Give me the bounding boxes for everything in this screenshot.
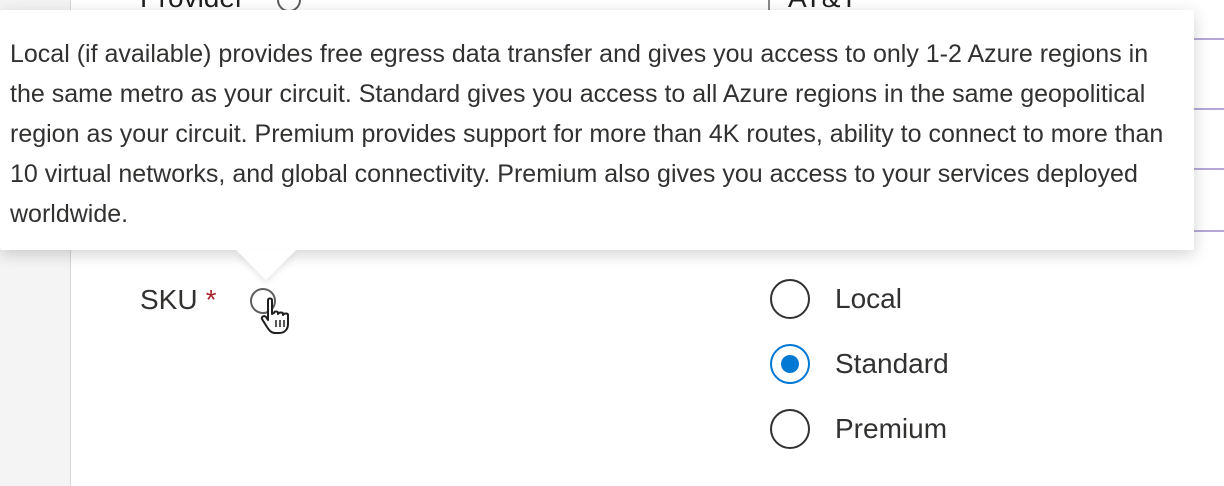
hand-pointer-icon bbox=[260, 297, 289, 334]
sku-radio-group: Local Standard Premium bbox=[770, 276, 949, 471]
radio-button[interactable] bbox=[770, 279, 810, 319]
sku-label: SKU bbox=[140, 284, 198, 315]
radio-option-standard[interactable]: Standard bbox=[770, 341, 949, 387]
required-mark: * bbox=[205, 284, 217, 315]
tooltip-arrow bbox=[236, 250, 296, 280]
radio-option-premium[interactable]: Premium bbox=[770, 406, 949, 452]
radio-button[interactable] bbox=[770, 409, 810, 449]
field-border-line bbox=[1190, 108, 1224, 110]
tooltip-text: Local (if available) provides free egres… bbox=[10, 40, 1164, 228]
field-border-line bbox=[1190, 38, 1224, 40]
radio-label[interactable]: Local bbox=[835, 283, 902, 315]
sku-info-tooltip: Local (if available) provides free egres… bbox=[0, 10, 1194, 250]
field-border-line bbox=[1190, 230, 1224, 232]
radio-option-local[interactable]: Local bbox=[770, 276, 949, 322]
radio-button-selected[interactable] bbox=[770, 344, 810, 384]
sku-field-label: SKU * bbox=[140, 284, 216, 316]
field-border-line bbox=[1190, 168, 1224, 170]
radio-label[interactable]: Standard bbox=[835, 348, 949, 380]
radio-label[interactable]: Premium bbox=[835, 413, 947, 445]
